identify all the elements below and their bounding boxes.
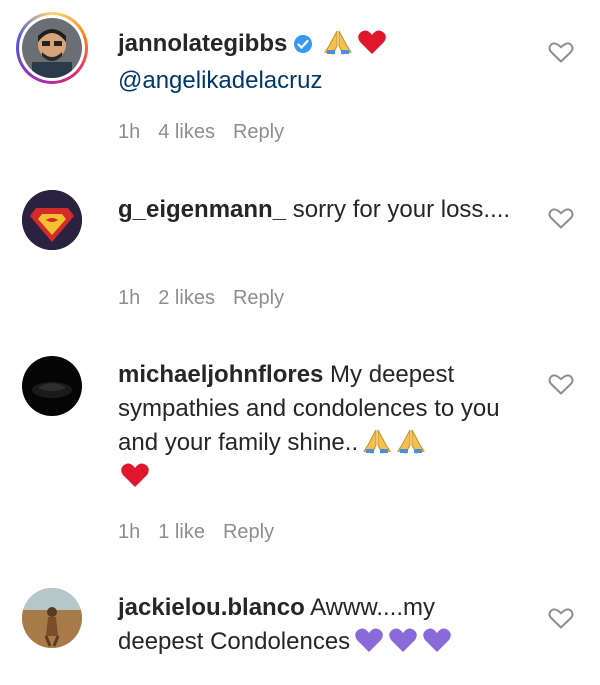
reply-button[interactable]: Reply <box>233 287 284 310</box>
comment-text: michaeljohnflores My deepest sympathies … <box>118 358 518 494</box>
comment-meta: 1h 4 likes Reply <box>118 121 284 144</box>
comment-username[interactable]: jackielou.blanco <box>118 594 305 621</box>
comment-username[interactable]: michaeljohnflores <box>118 361 323 388</box>
like-heart-icon[interactable] <box>548 606 574 630</box>
comment-text: g_eigenmann_ sorry for your loss.... <box>118 196 511 223</box>
like-heart-icon[interactable] <box>548 372 574 396</box>
purple-heart-icon <box>388 626 418 654</box>
comment-username[interactable]: jannolategibbs <box>118 30 287 57</box>
mention-link[interactable]: @angelikadelacruz <box>118 67 322 94</box>
avatar[interactable] <box>22 588 82 648</box>
folded-hands-icon <box>362 427 392 455</box>
verified-badge-icon <box>293 30 313 64</box>
red-heart-icon <box>357 28 387 56</box>
purple-heart-icon <box>354 626 384 654</box>
reply-button[interactable]: Reply <box>223 521 274 544</box>
folded-hands-icon <box>396 427 426 455</box>
comment-username[interactable]: g_eigenmann_ <box>118 196 286 223</box>
comment-likes[interactable]: 4 likes <box>158 121 215 144</box>
avatar[interactable] <box>22 18 82 78</box>
comment-time[interactable]: 1h <box>118 521 140 544</box>
like-heart-icon[interactable] <box>548 40 574 64</box>
like-heart-icon[interactable] <box>548 206 574 230</box>
comment-likes[interactable]: 1 like <box>158 521 205 544</box>
folded-hands-icon <box>323 28 353 56</box>
comment-text: jackielou.blanco Awww....my deepest Cond… <box>118 591 518 659</box>
comment-meta: 1h 2 likes Reply <box>118 287 284 310</box>
avatar[interactable] <box>22 190 82 250</box>
comment-time[interactable]: 1h <box>118 287 140 310</box>
reply-button[interactable]: Reply <box>233 121 284 144</box>
comment-likes[interactable]: 2 likes <box>158 287 215 310</box>
purple-heart-icon <box>422 626 452 654</box>
comment-text: jannolategibbs @angelikadelacruz <box>118 27 518 98</box>
comment-meta: 1h 1 like Reply <box>118 521 274 544</box>
avatar[interactable] <box>22 356 82 416</box>
comment-time[interactable]: 1h <box>118 121 140 144</box>
red-heart-icon <box>120 461 150 489</box>
